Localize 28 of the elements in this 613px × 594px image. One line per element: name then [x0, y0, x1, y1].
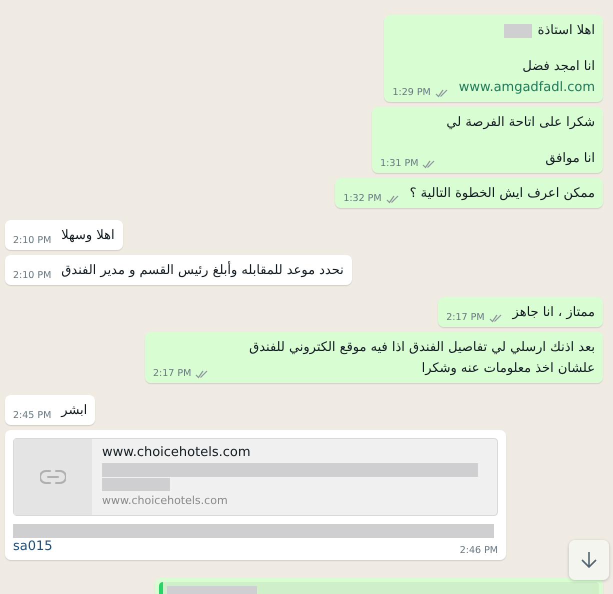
- link-preview-card[interactable]: www.choicehotels.com www.choicehotels.com: [13, 438, 498, 516]
- link-icon: [40, 470, 66, 484]
- message-text: نحدد موعد للمقابله وأبلغ رئيس القسم و مدير الفندق: [61, 260, 344, 280]
- message-time: 2:17 PM: [153, 368, 192, 379]
- message-text: انا امجد فضل: [522, 58, 595, 76]
- message-time: 2:10 PM: [13, 235, 52, 246]
- message-text: اهلا وسهلا: [61, 227, 115, 245]
- link[interactable]: www.amgadfadl.com: [458, 77, 595, 98]
- preview-domain: www.choicehotels.com: [102, 494, 229, 507]
- message-text: اهلا استاذة: [538, 22, 595, 40]
- preview-title: www.choicehotels.com: [102, 445, 252, 461]
- scroll-down-button[interactable]: [569, 540, 609, 580]
- link[interactable]: sa015: [13, 538, 53, 556]
- message-text: ممتاز ، انا جاهز: [512, 304, 595, 322]
- message-time: 2:46 PM: [460, 545, 498, 556]
- message-text: انا موافق: [545, 150, 595, 168]
- message-time: 1:29 PM: [392, 87, 431, 98]
- redacted-block: [504, 24, 532, 38]
- message-time: 2:45 PM: [13, 410, 52, 421]
- message-text: ابشر: [61, 402, 88, 420]
- message-text: بعد اذنك ارسلي لي تفاصيل الفندق اذا فيه موقع الكتروني للفندق علشان اخذ معلومات عنه وشكرا: [248, 339, 595, 378]
- message-time: 1:32 PM: [343, 193, 382, 204]
- arrow-down-icon: [581, 551, 597, 569]
- message-text: شكرا على اتاحة الفرصة لي: [446, 114, 595, 132]
- message-text: ممكن اعرف ايش الخطوة التالية ؟: [410, 185, 595, 203]
- message-time: 1:31 PM: [380, 158, 418, 169]
- message-time: 2:10 PM: [13, 270, 52, 281]
- message-time: 2:17 PM: [446, 312, 485, 323]
